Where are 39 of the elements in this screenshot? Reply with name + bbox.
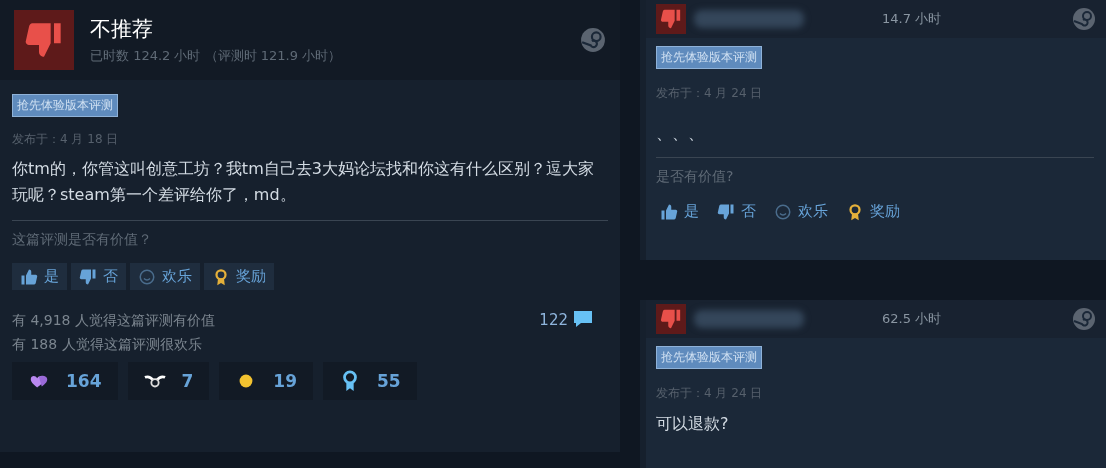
not-helpful-button[interactable]: 否 xyxy=(713,200,760,223)
helpful-button[interactable]: 是 xyxy=(12,263,67,290)
helpful-button[interactable]: 是 xyxy=(656,200,703,223)
smiley-icon xyxy=(138,267,156,286)
helpful-question: 是否有价值? xyxy=(656,168,735,186)
vote-count-text: 有 4,918 人觉得这篇评测有价值 xyxy=(12,311,216,330)
thumbs-down-icon xyxy=(24,20,64,60)
thumbs-up-icon xyxy=(660,202,678,221)
early-access-tag: 抢先体验版本评测 xyxy=(656,345,762,369)
review-text: 可以退款? xyxy=(656,413,730,435)
vote-count-text: 有 188 人觉得这篇评测很欢乐 xyxy=(12,335,203,354)
comments-button[interactable]: 122 xyxy=(539,308,596,332)
helpful-question: 这篇评测是否有价值？ xyxy=(12,231,153,249)
playtime-text: 14.7 小时 xyxy=(882,10,943,28)
verdict-title: 不推荐 xyxy=(90,16,154,43)
review-text: 你tm的，你管这叫创意工坊？我tm自己去3大妈论坛找和你这有什么区别？逗大家玩呢？steam第一个差评给你了，md。 xyxy=(12,158,595,206)
thumbs-up-icon xyxy=(20,267,38,286)
award-count: 7 xyxy=(181,371,194,391)
award-count: 164 xyxy=(66,371,102,391)
funny-button[interactable]: 欢乐 xyxy=(130,263,200,290)
playtime-text: 已时数 124.2 小时 （评测时 121.9 小时） xyxy=(90,47,343,65)
thumbs-down-icon xyxy=(79,267,97,286)
smiley-icon xyxy=(774,202,792,221)
not-helpful-button[interactable]: 否 xyxy=(71,263,126,290)
medal-icon xyxy=(212,267,230,286)
medal-icon xyxy=(846,202,864,221)
award-button[interactable]: 奖励 xyxy=(842,200,904,223)
award-count: 55 xyxy=(377,371,401,391)
playtime-text: 62.5 小时 xyxy=(882,309,943,328)
steam-logo-icon xyxy=(580,27,606,53)
award-button[interactable]: 奖励 xyxy=(204,263,274,290)
steam-logo-icon xyxy=(1072,7,1096,31)
early-access-tag: 抢先体验版本评测 xyxy=(12,94,118,117)
funny-button[interactable]: 欢乐 xyxy=(770,200,832,223)
thumbs-down-icon xyxy=(717,202,735,221)
award-count: 19 xyxy=(273,371,297,391)
steam-logo-icon xyxy=(1072,306,1096,331)
early-access-tag: 抢先体验版本评测 xyxy=(656,46,762,69)
review-text: 、、、 xyxy=(656,124,705,145)
